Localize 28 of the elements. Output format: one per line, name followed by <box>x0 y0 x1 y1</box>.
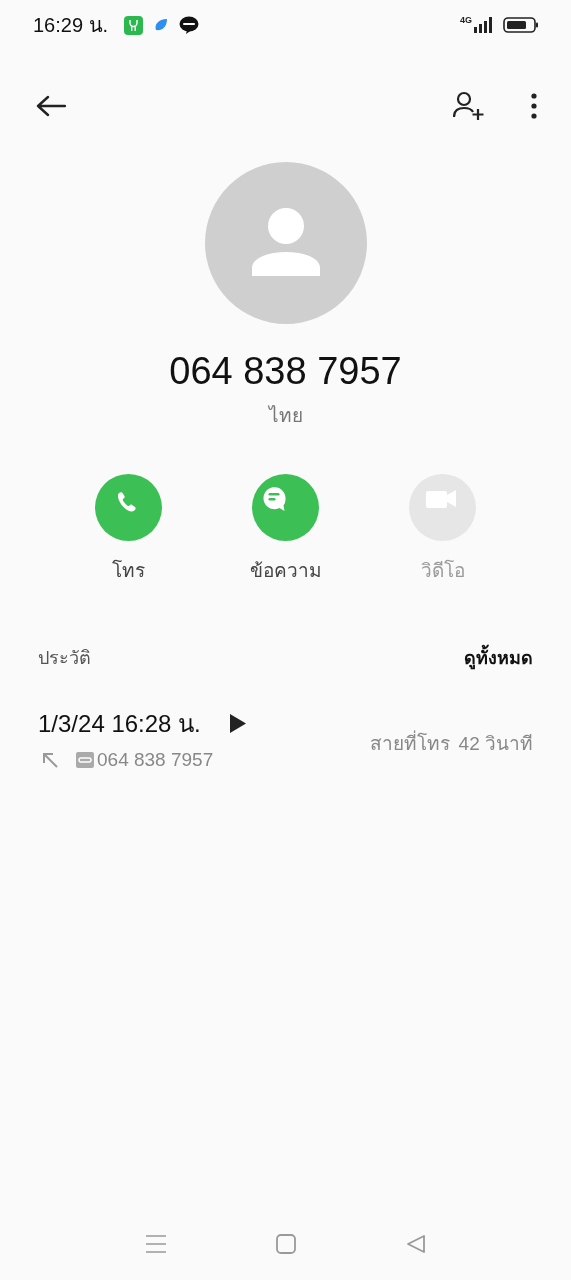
clock-time: 16:29 น. <box>33 13 109 38</box>
signal-icon <box>473 17 493 33</box>
play-icon[interactable] <box>228 713 247 734</box>
call-type: สายที่โทร <box>369 729 450 756</box>
call-action-button[interactable]: โทร <box>95 474 162 585</box>
add-contact-icon[interactable] <box>453 91 485 121</box>
network-type: 4G <box>460 15 472 25</box>
app-notification-icon <box>153 17 170 33</box>
sim-card-icon <box>76 752 94 768</box>
message-action-button[interactable]: ข้อความ <box>252 474 319 585</box>
back-triangle-icon[interactable] <box>405 1234 426 1254</box>
back-arrow-icon[interactable] <box>36 95 66 117</box>
section-title: ประวัติ <box>38 647 91 670</box>
home-square-icon[interactable] <box>275 1234 296 1254</box>
video-icon <box>409 474 476 541</box>
call-icon <box>95 474 162 541</box>
call-duration: 42 วินาที <box>458 731 533 756</box>
app-notification-icon <box>124 15 144 35</box>
more-options-icon[interactable] <box>531 93 537 119</box>
phone-number: 064 838 7957 <box>169 349 402 394</box>
location-label: ไทย <box>268 404 303 428</box>
outgoing-arrow-icon <box>42 752 58 768</box>
call-number: 064 838 7957 <box>97 749 214 771</box>
chat-bubble-icon <box>179 16 200 34</box>
see-all-link[interactable]: ดูทั้งหมด <box>464 643 533 672</box>
battery-icon <box>503 17 539 33</box>
call-datetime: 1/3/24 16:28 น. <box>38 709 201 739</box>
message-icon <box>252 474 319 541</box>
